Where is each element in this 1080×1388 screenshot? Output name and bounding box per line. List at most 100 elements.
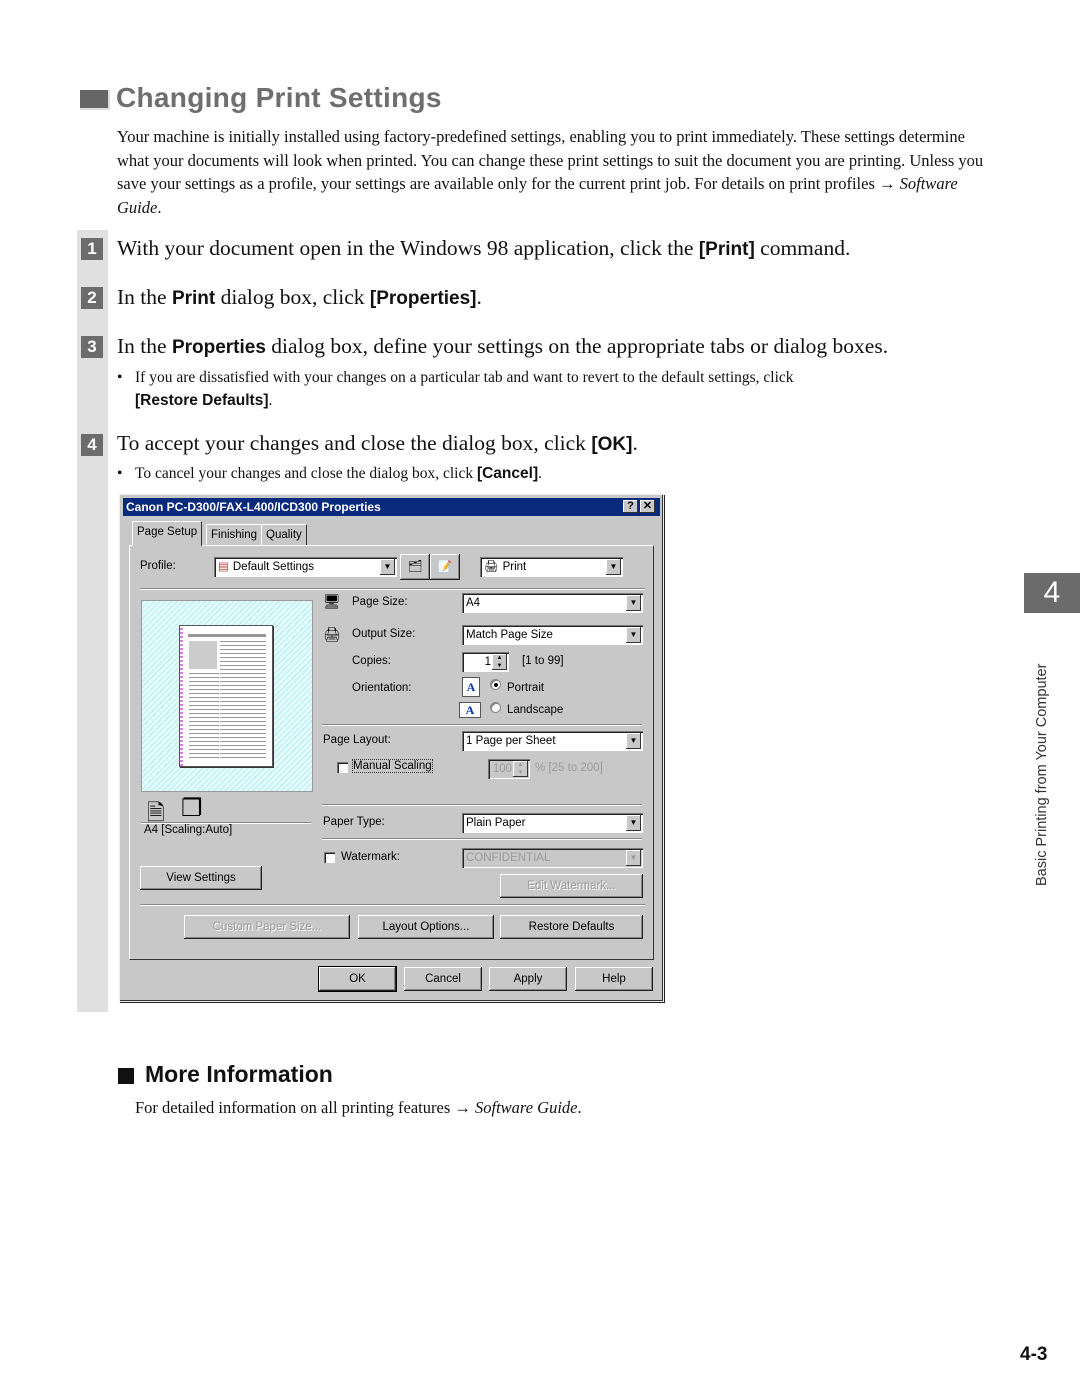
watermark-label[interactable]: Watermark: (341, 851, 400, 863)
copies-value: 1 (484, 656, 491, 668)
page-setup-panel: Profile: ▤ Default Settings ▼ 🗂 📝 🖨 Print … (129, 545, 654, 960)
intro-text: Your machine is initially installed usin… (117, 127, 984, 193)
page-layout-select[interactable]: 1 Page per Sheet ▼ (462, 731, 643, 751)
profile-label: Profile: (140, 560, 176, 572)
watermark-checkbox[interactable] (324, 852, 335, 863)
layout-options-button[interactable]: Layout Options... (358, 915, 494, 939)
landscape-radio[interactable] (490, 702, 501, 713)
watermark-select[interactable]: CONFIDENTIAL ▼ (462, 848, 643, 868)
intro-end: . (157, 197, 162, 217)
page-number: 4-3 (1020, 1344, 1048, 1365)
edit-watermark-button[interactable]: Edit Watermark... (500, 874, 643, 898)
step-4-bold: [OK] (591, 434, 633, 455)
spinner-icon[interactable]: ▲ ▼ (492, 654, 507, 670)
step-2-bold: Print (171, 288, 216, 309)
preview-page (179, 625, 273, 767)
step-4-note-pre: To cancel your changes and close the dia… (135, 465, 477, 482)
printer-icon: 🖨 (484, 561, 499, 573)
output-size-label: Output Size: (352, 628, 416, 640)
step-number-1: 1 (81, 238, 103, 260)
step-1-pre: With your document open in the Windows 9… (117, 236, 699, 260)
divider (322, 724, 642, 726)
chevron-down-icon[interactable]: ▼ (606, 559, 621, 575)
orientation-label: Orientation: (352, 682, 412, 694)
page-title: Changing Print Settings (116, 82, 442, 113)
step-1-text: With your document open in the Windows 9… (117, 236, 850, 261)
bullet-dot: • (117, 369, 123, 386)
tab-quality[interactable]: Quality (261, 524, 307, 545)
step-number-2: 2 (81, 287, 103, 309)
heading-square-icon (80, 90, 110, 110)
more-text: For detailed information on all printing… (135, 1098, 475, 1117)
page-size-select[interactable]: A4 ▼ (462, 593, 643, 613)
computer-icon: 🖥 (323, 593, 341, 609)
chevron-down-icon[interactable]: ▼ (626, 815, 641, 831)
more-information-title: More Information (145, 1061, 333, 1087)
step-3-note-post: . (268, 392, 273, 409)
output-size-select[interactable]: Match Page Size ▼ (462, 625, 643, 645)
chevron-down-icon[interactable]: ▼ (626, 595, 641, 611)
portrait-label[interactable]: Portrait (507, 682, 544, 694)
chevron-down-icon[interactable]: ▼ (626, 850, 641, 866)
restore-defaults-button[interactable]: Restore Defaults (500, 915, 643, 939)
output-method-select[interactable]: 🖨 Print ▼ (480, 557, 623, 577)
chapter-title: Basic Printing from Your Computer (1034, 620, 1056, 886)
tab-page-setup[interactable]: Page Setup (132, 521, 203, 546)
close-icon[interactable]: ✕ (640, 500, 655, 513)
view-settings-button[interactable]: View Settings (140, 866, 262, 890)
step-1-bold: [Print] (698, 239, 755, 260)
printer-output-icon: 🖨 (323, 626, 341, 642)
edit-profile-button[interactable]: 📝 (430, 554, 460, 580)
help-button[interactable]: Help (575, 967, 653, 991)
step-3-pre: In the (117, 334, 172, 358)
landscape-label[interactable]: Landscape (507, 704, 563, 716)
ok-button[interactable]: OK (318, 966, 397, 992)
dialog-title: Canon PC-D300/FAX-L400/ICD300 Properties (126, 500, 381, 514)
step-4-note-post: . (538, 465, 542, 482)
dialog-titlebar: Canon PC-D300/FAX-L400/ICD300 Properties (123, 498, 660, 516)
add-profile-button[interactable]: 🗂 (400, 554, 430, 580)
apply-button[interactable]: Apply (489, 967, 567, 991)
step-2-bold2: [Properties] (369, 288, 477, 309)
chapter-number: 4 (1024, 573, 1080, 613)
manual-scaling-checkbox[interactable] (337, 762, 348, 773)
custom-paper-size-button[interactable]: Custom Paper Size... (184, 915, 350, 939)
step-4-text: To accept your changes and close the dia… (117, 431, 638, 456)
portrait-icon: A (462, 677, 480, 697)
step-4-note: • To cancel your changes and close the di… (117, 462, 997, 485)
divider (140, 588, 645, 590)
manual-scaling-label[interactable]: Manual Scaling (352, 759, 433, 773)
portrait-radio[interactable] (490, 679, 501, 690)
copies-range: [1 to 99] (522, 655, 564, 667)
profile-select[interactable]: ▤ Default Settings ▼ (214, 557, 397, 577)
step-1-post: command. (754, 236, 851, 260)
chevron-down-icon[interactable]: ▼ (626, 627, 641, 643)
step-3-text: In the Properties dialog box, define you… (117, 334, 888, 359)
paper-type-value: Plain Paper (466, 817, 526, 829)
chevron-down-icon[interactable]: ▼ (380, 559, 395, 575)
help-title-button[interactable]: ? (623, 500, 638, 513)
scaling-input[interactable]: 100 ▲ ▼ (488, 759, 530, 779)
more-ref: Software Guide (475, 1098, 578, 1117)
step-4-note-bold: [Cancel] (476, 465, 539, 482)
copies-input[interactable]: 1 ▲ ▼ (462, 652, 509, 672)
preview-image-icon (189, 641, 217, 669)
profile-icon: ▤ (218, 561, 229, 573)
page-size-value: A4 (466, 597, 481, 609)
page-layout-value: 1 Page per Sheet (466, 735, 556, 747)
step-3-bold: Properties (171, 337, 266, 358)
spinner-icon[interactable]: ▲ ▼ (513, 761, 528, 777)
properties-dialog: Canon PC-D300/FAX-L400/ICD300 Properties… (119, 494, 664, 1002)
chevron-down-icon[interactable]: ▼ (626, 733, 641, 749)
step-3-post: dialog box, define your settings on the … (265, 334, 889, 358)
step-2-pre: In the (117, 285, 172, 309)
paper-type-select[interactable]: Plain Paper ▼ (462, 813, 643, 833)
step-number-3: 3 (81, 336, 103, 358)
step-2-mid: dialog box, click (215, 285, 370, 309)
step-number-4: 4 (81, 434, 103, 456)
divider (140, 904, 645, 906)
cancel-button[interactable]: Cancel (404, 967, 482, 991)
step-4-post: . (632, 431, 638, 455)
landscape-icon: A (459, 702, 481, 718)
tab-finishing[interactable]: Finishing (206, 524, 263, 545)
